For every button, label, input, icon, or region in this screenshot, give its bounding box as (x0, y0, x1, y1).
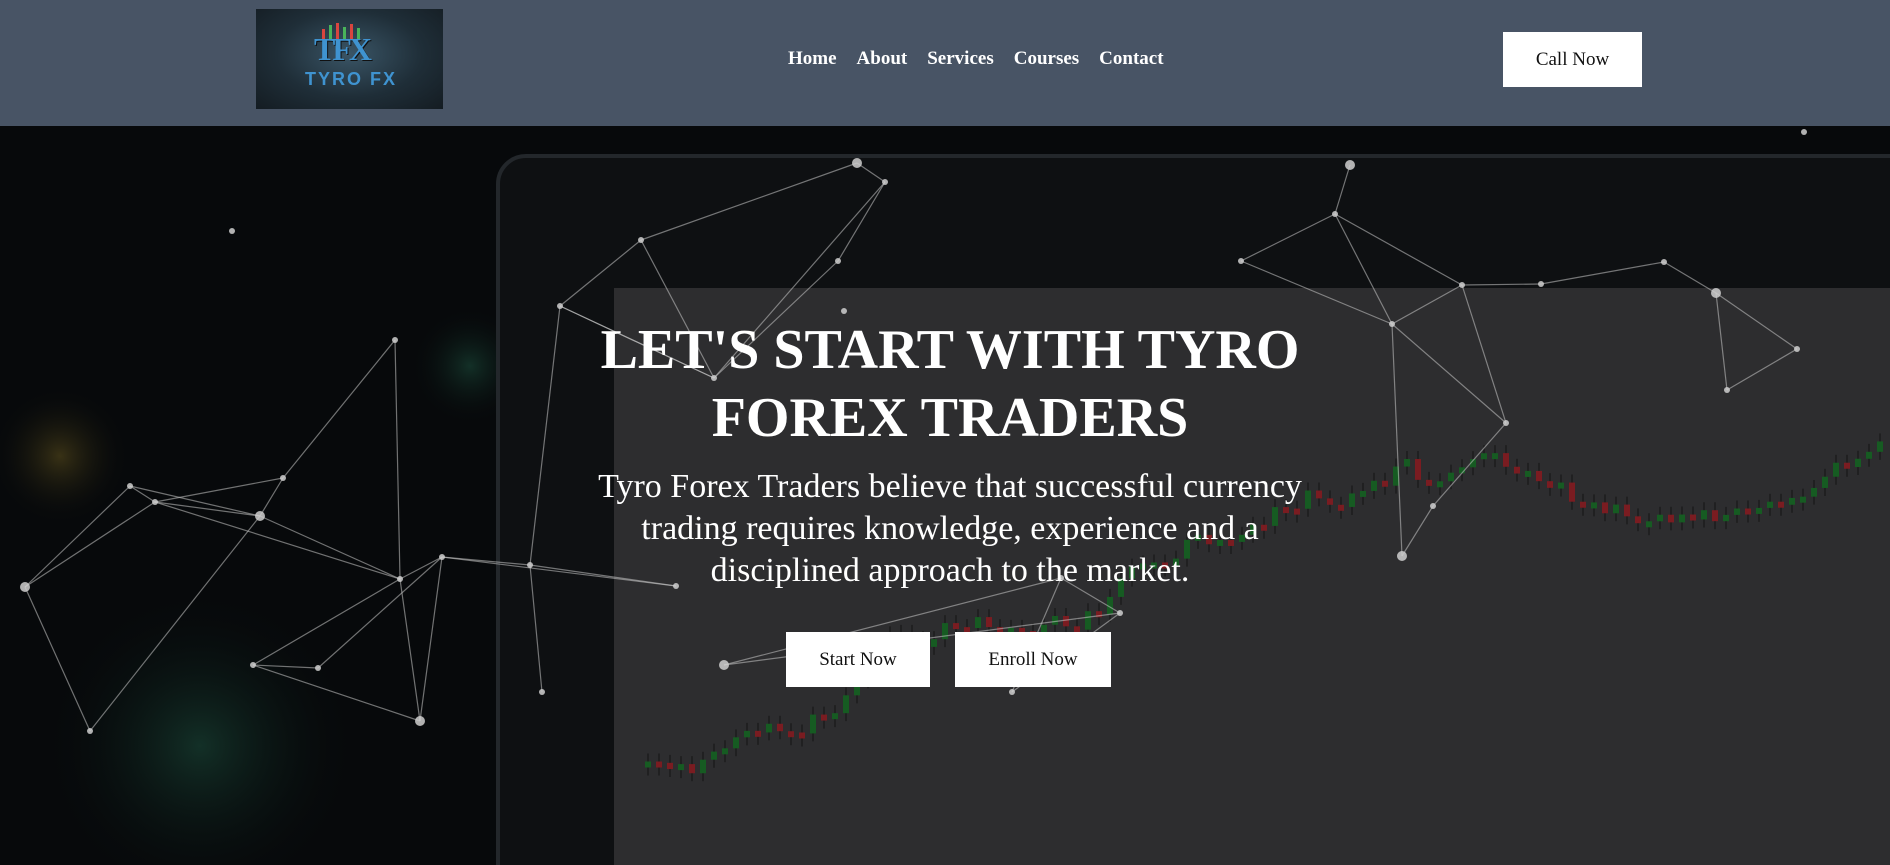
logo-mark: TFX (314, 31, 372, 67)
call-now-button[interactable]: Call Now (1503, 32, 1642, 87)
hero-text: LET'S START WITH TYRO FOREX TRADERS Tyro… (560, 316, 1340, 592)
nav-courses[interactable]: Courses (1014, 48, 1079, 70)
hero-title: LET'S START WITH TYRO FOREX TRADERS (560, 316, 1340, 452)
nav-contact[interactable]: Contact (1099, 48, 1163, 70)
nav-about[interactable]: About (857, 48, 908, 70)
site-header: TFX TYRO FX Home About Services Courses … (0, 0, 1890, 126)
enroll-now-button[interactable]: Enroll Now (955, 632, 1111, 687)
tyro-fx-logo[interactable]: TFX TYRO FX (256, 9, 443, 109)
hero-title-line2: FOREX TRADERS (711, 387, 1189, 449)
hero-actions: Start Now Enroll Now (786, 632, 1111, 687)
nav-home[interactable]: Home (788, 48, 837, 70)
logo-text: TYRO FX (304, 69, 397, 89)
hero-section: LET'S START WITH TYRO FOREX TRADERS Tyro… (0, 126, 1890, 865)
nav-services[interactable]: Services (927, 48, 993, 70)
hero-subtitle: Tyro Forex Traders believe that successf… (598, 468, 1302, 589)
hero-title-line1: LET'S START WITH TYRO (600, 319, 1300, 381)
main-nav: Home About Services Courses Contact (788, 48, 1184, 70)
start-now-button[interactable]: Start Now (786, 632, 930, 687)
